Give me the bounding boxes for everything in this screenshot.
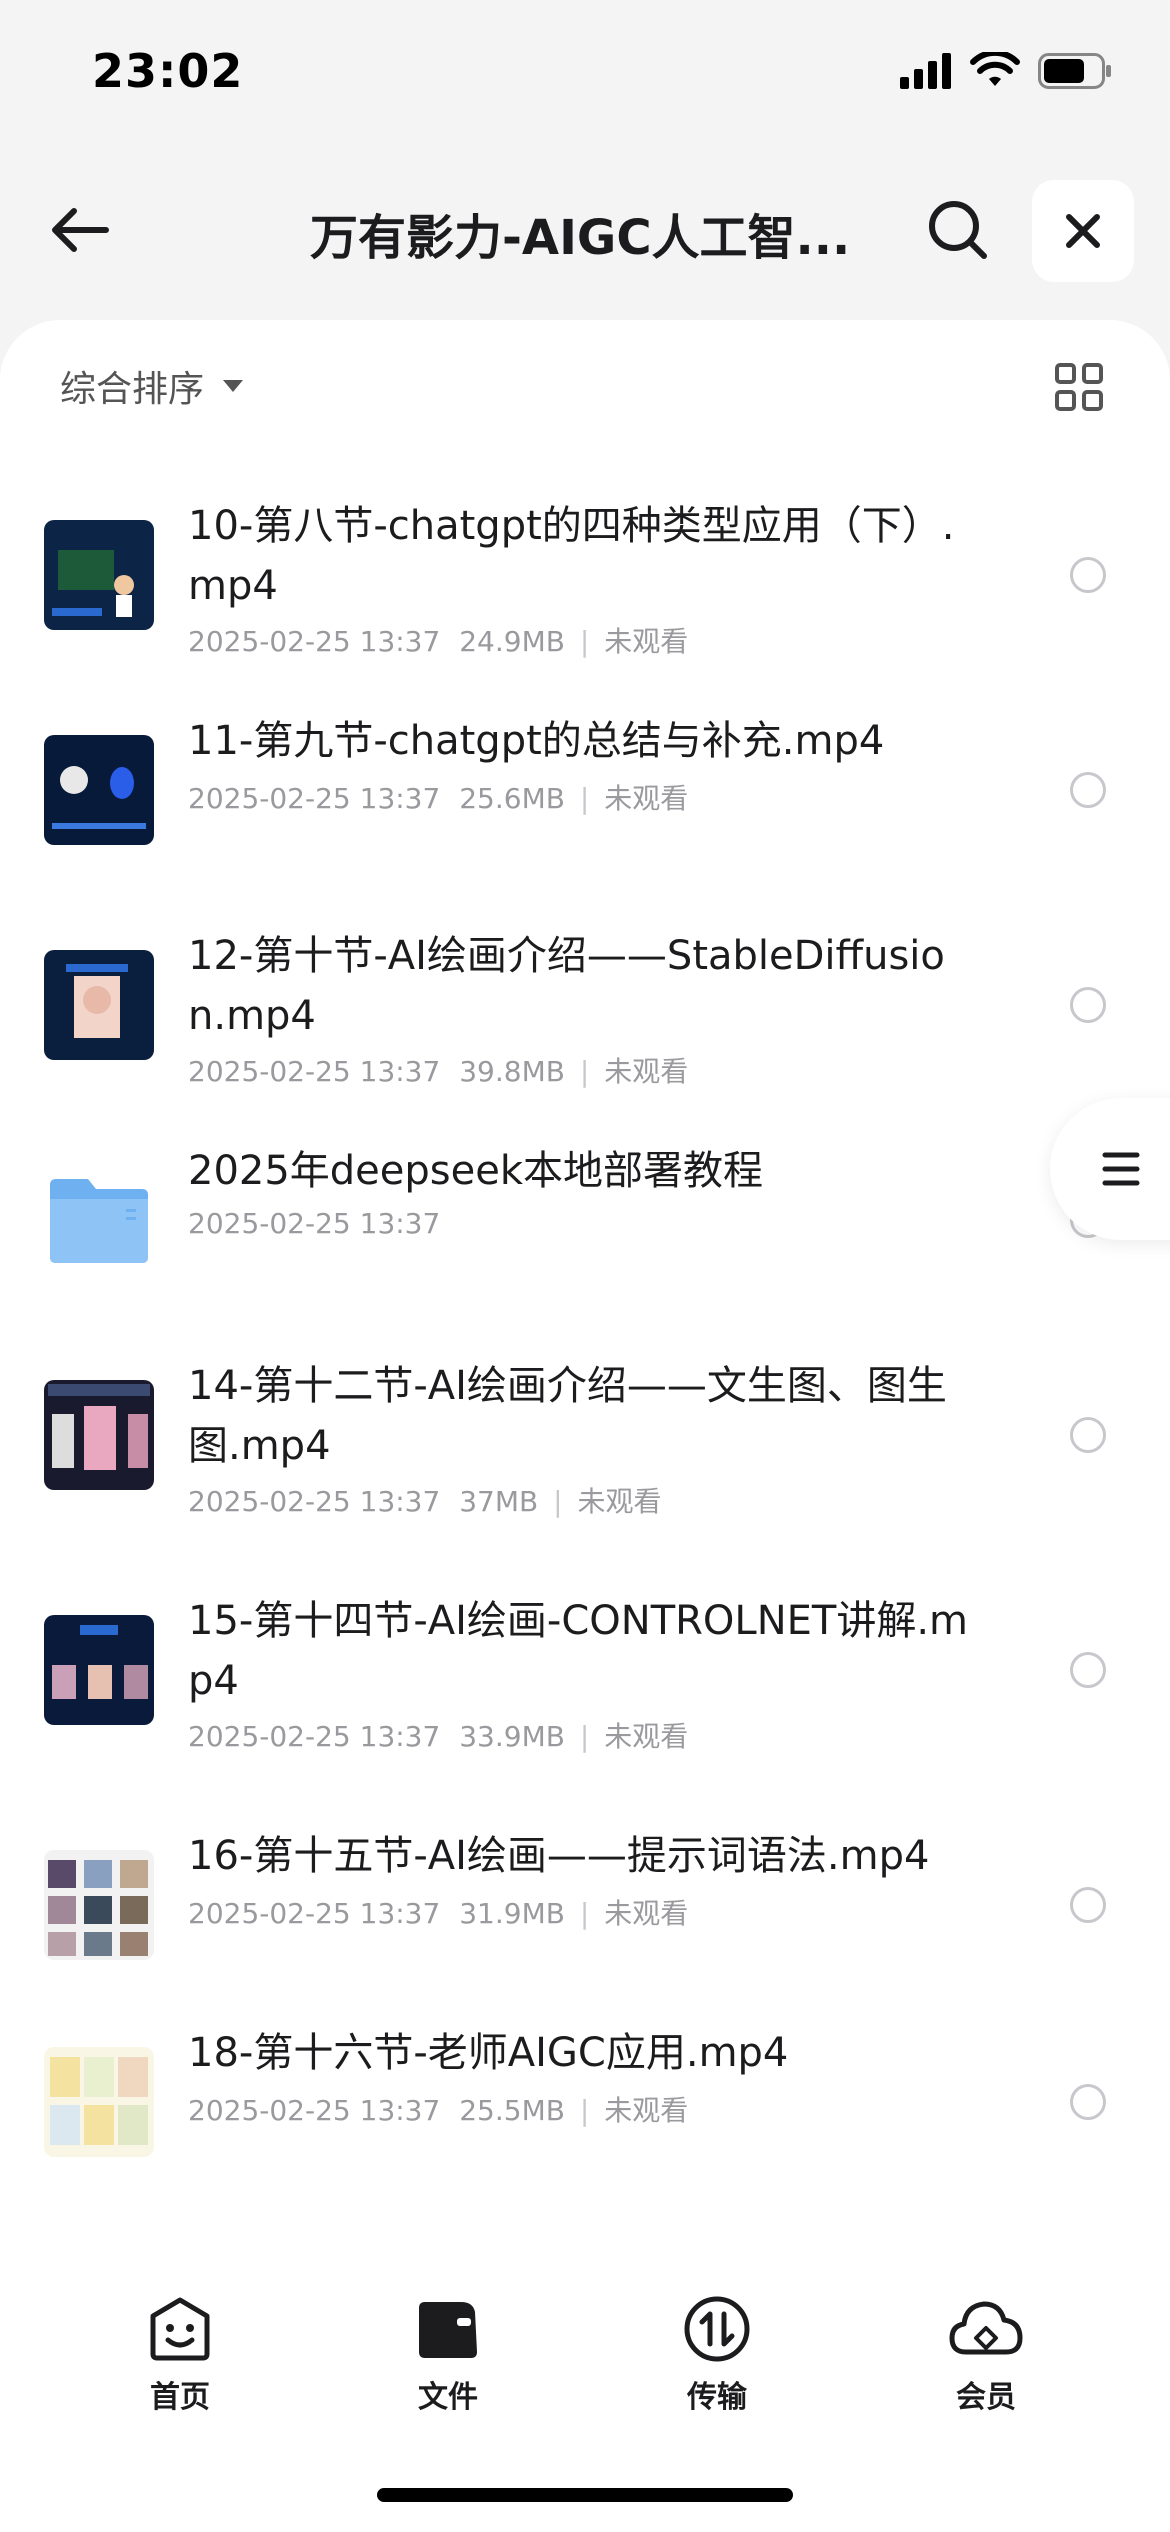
file-size: 25.6MB: [459, 782, 565, 815]
status-bar: 23:02: [0, 0, 1170, 150]
wifi-icon: [970, 52, 1020, 86]
tab-membership[interactable]: 会员: [906, 2294, 1066, 2416]
folder-thumbnail: [44, 1165, 154, 1275]
transfer-icon: [684, 2296, 750, 2362]
video-thumbnail: [44, 1380, 154, 1490]
file-meta: 2025-02-25 13:37 31.9MB | 未观看: [188, 1897, 689, 1930]
watch-status: 未观看: [604, 1720, 689, 1753]
watch-status: 未观看: [604, 625, 689, 658]
select-radio[interactable]: [1070, 557, 1106, 593]
cloud-icon: [949, 2301, 1023, 2355]
video-thumbnail: [44, 2047, 154, 2157]
tab-label: 会员: [956, 2380, 1016, 2415]
file-name: 10-第八节-chatgpt的四种类型应用（下）.mp4: [188, 503, 955, 609]
file-meta: 2025-02-25 13:37 37MB | 未观看: [188, 1485, 662, 1518]
file-name: 2025年deepseek本地部署教程: [188, 1148, 764, 1194]
video-thumbnail: [44, 1615, 154, 1725]
file-name: 16-第十五节-AI绘画——提示词语法.mp4: [188, 1833, 930, 1879]
file-size: 33.9MB: [459, 1720, 565, 1753]
file-size: 37MB: [459, 1485, 539, 1518]
file-meta: 2025-02-25 13:37: [188, 1207, 440, 1240]
signal-icon: [900, 53, 951, 89]
search-button[interactable]: [918, 192, 998, 268]
file-meta: 2025-02-25 13:37 25.5MB | 未观看: [188, 2094, 689, 2127]
file-meta: 2025-02-25 13:37 33.9MB | 未观看: [188, 1720, 689, 1753]
video-thumbnail: [44, 1850, 154, 1960]
folder-icon: [50, 1179, 148, 1263]
sort-dropdown[interactable]: 综合排序: [60, 360, 244, 412]
file-date: 2025-02-25 13:37: [188, 1207, 441, 1240]
tab-label: 文件: [418, 2380, 478, 2415]
tab-home[interactable]: 首页: [100, 2294, 260, 2416]
tab-label: 首页: [150, 2380, 210, 2415]
search-icon: [929, 201, 987, 259]
watch-status: 未观看: [604, 2094, 689, 2127]
folder-icon: [419, 2302, 477, 2358]
select-radio[interactable]: [1070, 1417, 1106, 1453]
file-size: 31.9MB: [459, 1897, 565, 1930]
select-radio[interactable]: [1070, 1887, 1106, 1923]
video-thumbnail: [44, 520, 154, 630]
header: 万有影力-AIGC人工智...: [0, 170, 1170, 290]
select-radio[interactable]: [1070, 1652, 1106, 1688]
tab-transfer[interactable]: 传输: [637, 2294, 797, 2416]
file-size: 24.9MB: [459, 625, 565, 658]
video-thumbnail: [44, 735, 154, 845]
select-radio[interactable]: [1070, 987, 1106, 1023]
home-indicator: [377, 2488, 793, 2502]
file-name: 15-第十四节-AI绘画-CONTROLNET讲解.mp4: [188, 1598, 968, 1704]
sort-label: 综合排序: [60, 369, 205, 410]
menu-icon: [1102, 1152, 1140, 1186]
back-button[interactable]: [40, 192, 120, 268]
file-panel: 综合排序 10-第八节-chatgpt的四种类型应用（下）.mp4 2025-0…: [0, 320, 1170, 2270]
file-meta: 2025-02-25 13:37 24.9MB | 未观看: [188, 625, 689, 658]
file-name: 14-第十二节-AI绘画介绍——文生图、图生图.mp4: [188, 1363, 947, 1469]
watch-status: 未观看: [577, 1485, 662, 1518]
file-size: 25.5MB: [459, 2094, 565, 2127]
status-time: 23:02: [92, 44, 244, 98]
watch-status: 未观看: [604, 1897, 689, 1930]
video-thumbnail: [44, 950, 154, 1060]
battery-icon: [1038, 53, 1111, 89]
file-name: 12-第十节-AI绘画介绍——StableDiffusion.mp4: [188, 933, 945, 1039]
watch-status: 未观看: [604, 1055, 689, 1088]
file-date: 2025-02-25 13:37: [188, 1485, 441, 1518]
file-date: 2025-02-25 13:37: [188, 1720, 441, 1753]
file-name: 11-第九节-chatgpt的总结与补充.mp4: [188, 718, 885, 764]
status-icons: [900, 52, 1112, 90]
caret-down-icon: [223, 380, 244, 392]
grid-icon: [1055, 363, 1103, 411]
tab-files[interactable]: 文件: [368, 2294, 528, 2416]
file-date: 2025-02-25 13:37: [188, 1055, 441, 1088]
file-meta: 2025-02-25 13:37 39.8MB | 未观看: [188, 1055, 689, 1088]
file-meta: 2025-02-25 13:37 25.6MB | 未观看: [188, 782, 689, 815]
file-date: 2025-02-25 13:37: [188, 782, 441, 815]
close-icon: [1066, 214, 1100, 248]
select-radio[interactable]: [1070, 2084, 1106, 2120]
close-button[interactable]: [1032, 180, 1134, 282]
file-date: 2025-02-25 13:37: [188, 1897, 441, 1930]
select-radio[interactable]: [1070, 772, 1106, 808]
arrow-left-icon: [52, 208, 109, 252]
watch-status: 未观看: [604, 782, 689, 815]
page-title: 万有影力-AIGC人工智...: [310, 210, 851, 266]
tab-label: 传输: [687, 2380, 747, 2415]
file-name: 18-第十六节-老师AIGC应用.mp4: [188, 2030, 789, 2076]
smile-face-icon: [150, 2297, 210, 2361]
grid-view-button[interactable]: [1054, 362, 1104, 412]
file-size: 39.8MB: [459, 1055, 565, 1088]
file-date: 2025-02-25 13:37: [188, 625, 441, 658]
file-date: 2025-02-25 13:37: [188, 2094, 441, 2127]
